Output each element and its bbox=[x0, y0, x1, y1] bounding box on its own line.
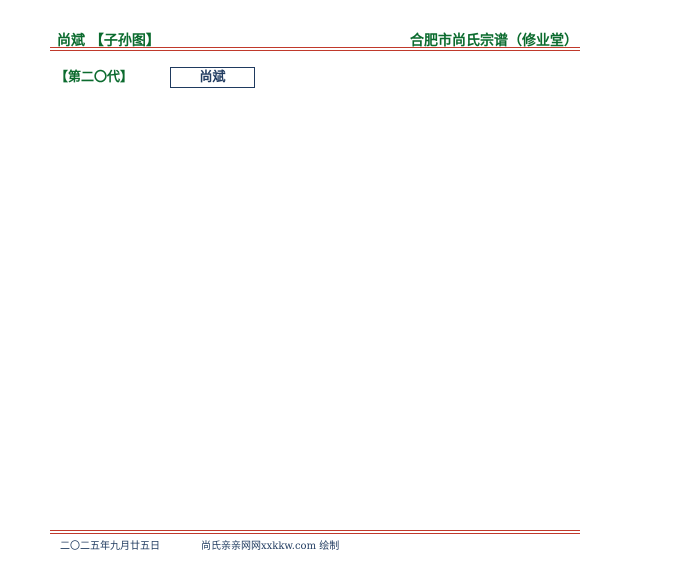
footer-date: 二〇二五年九月廿五日 bbox=[60, 541, 160, 552]
person-node[interactable]: 尚斌 bbox=[170, 67, 255, 88]
genealogy-page: 尚斌 【子孙图】 合肥市尚氏宗谱（修业堂） 【第二〇代】 尚斌 二〇二五年九月廿… bbox=[0, 0, 680, 580]
generation-label: 【第二〇代】 bbox=[55, 70, 134, 85]
header-rule-bottom bbox=[50, 50, 580, 51]
footer-credit: 尚氏亲亲网网xxkkw.com 绘制 bbox=[201, 541, 340, 552]
header-rule-top bbox=[50, 47, 580, 48]
footer-rule-bottom bbox=[50, 533, 580, 534]
footer-rule-top bbox=[50, 530, 580, 531]
